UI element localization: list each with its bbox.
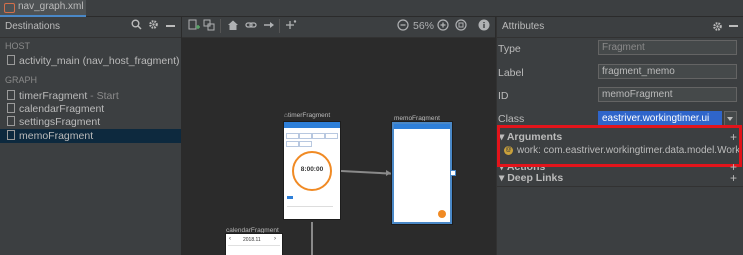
minimize-icon[interactable] <box>729 25 738 27</box>
label-field[interactable]: fragment_memo <box>598 64 737 79</box>
calendar-month: 2018.11 <box>243 237 261 243</box>
memo-action-handle[interactable] <box>450 170 456 176</box>
fragment-icon <box>7 90 15 100</box>
link-icon[interactable] <box>245 19 257 34</box>
editor-tab-bar <box>0 0 743 17</box>
host-item[interactable]: activity_main (nav_host_fragment) <box>7 55 180 67</box>
home-icon[interactable] <box>227 19 239 34</box>
zoom-out-icon[interactable] <box>397 19 409 34</box>
calendar-next-icon: › <box>274 236 276 242</box>
info-icon[interactable] <box>478 19 490 34</box>
type-label: Type <box>498 43 521 55</box>
attributes-title: Attributes <box>502 21 545 32</box>
type-field[interactable]: Fragment <box>598 40 737 55</box>
destination-label: settingsFragment <box>19 116 101 128</box>
timer-divider <box>287 206 333 207</box>
memo-fragment-preview[interactable] <box>392 122 452 224</box>
search-icon[interactable] <box>131 19 142 33</box>
minimize-icon[interactable] <box>166 25 175 27</box>
arguments-highlight-box <box>497 125 742 167</box>
destination-label: timerFragment <box>19 90 88 102</box>
id-label: ID <box>498 90 509 102</box>
nested-graph-icon[interactable] <box>203 19 215 34</box>
action-arrow-icon[interactable] <box>263 19 275 34</box>
nav-graph-file-icon <box>4 3 15 13</box>
memo-app-bar <box>394 124 450 129</box>
destination-label: calendarFragment <box>19 103 105 115</box>
timer-fragment-label: timerFragment <box>287 112 331 119</box>
chevron-down-icon <box>727 117 733 121</box>
deep-links-section[interactable]: ▾ Deep Links <box>499 172 563 184</box>
timer-app-bar <box>284 122 340 128</box>
memo-fragment-title: memoFragment <box>394 115 440 122</box>
action-arrow-timer-to-calendar[interactable] <box>311 222 313 255</box>
calendar-fragment-title: calendarFragment <box>226 227 279 234</box>
graph-section-label: GRAPH <box>5 75 38 85</box>
arrow-head <box>386 170 391 176</box>
class-dropdown-button[interactable] <box>724 111 737 126</box>
label-label: Label <box>498 67 524 79</box>
timer-time: 8:00:00 <box>300 166 324 173</box>
zoom-level: 56% <box>413 20 435 32</box>
zoom-to-fit-icon[interactable] <box>455 19 467 34</box>
add-deep-link-icon[interactable]: + <box>730 171 737 185</box>
timer-fragment-title: ⌂timerFragment <box>284 112 330 119</box>
new-destination-icon[interactable] <box>188 19 200 34</box>
timer-tag <box>287 196 293 199</box>
destination-label: memoFragment <box>19 130 94 142</box>
destination-item-calendar[interactable]: calendarFragment <box>7 103 104 115</box>
editor-tab-label: nav_graph.xml <box>18 1 84 12</box>
start-suffix: - Start <box>87 90 119 102</box>
class-label: Class <box>498 113 525 125</box>
section-divider <box>497 186 743 187</box>
timer-tab-row <box>286 131 338 147</box>
host-item-label: activity_main (nav_host_fragment) <box>19 55 180 67</box>
fragment-icon <box>7 130 15 140</box>
destination-item-timer[interactable]: timerFragment - Start <box>7 90 119 102</box>
toolbar-divider <box>279 19 280 33</box>
zoom-in-icon[interactable] <box>437 19 449 34</box>
layout-file-icon <box>7 55 15 65</box>
memo-fab <box>438 210 446 218</box>
id-field[interactable]: memoFragment <box>598 87 737 102</box>
destinations-title: Destinations <box>5 21 61 32</box>
fragment-icon <box>7 116 15 126</box>
destination-item-memo[interactable]: memoFragment <box>7 130 93 142</box>
deep-links-title: Deep Links <box>507 172 564 184</box>
destination-item-settings[interactable]: settingsFragment <box>7 116 100 128</box>
host-section-label: HOST <box>5 41 31 51</box>
class-dropdown[interactable]: eastriver.workingtimer.ui <box>598 111 722 126</box>
auto-arrange-icon[interactable] <box>285 19 297 34</box>
calendar-grid-line <box>228 245 280 246</box>
fragment-icon <box>7 103 15 113</box>
collapse-triangle-icon: ▾ <box>499 172 508 184</box>
gear-icon[interactable] <box>712 19 723 37</box>
calendar-prev-icon: ‹ <box>229 236 231 242</box>
gear-icon[interactable] <box>148 19 159 33</box>
toolbar-divider <box>220 19 221 33</box>
